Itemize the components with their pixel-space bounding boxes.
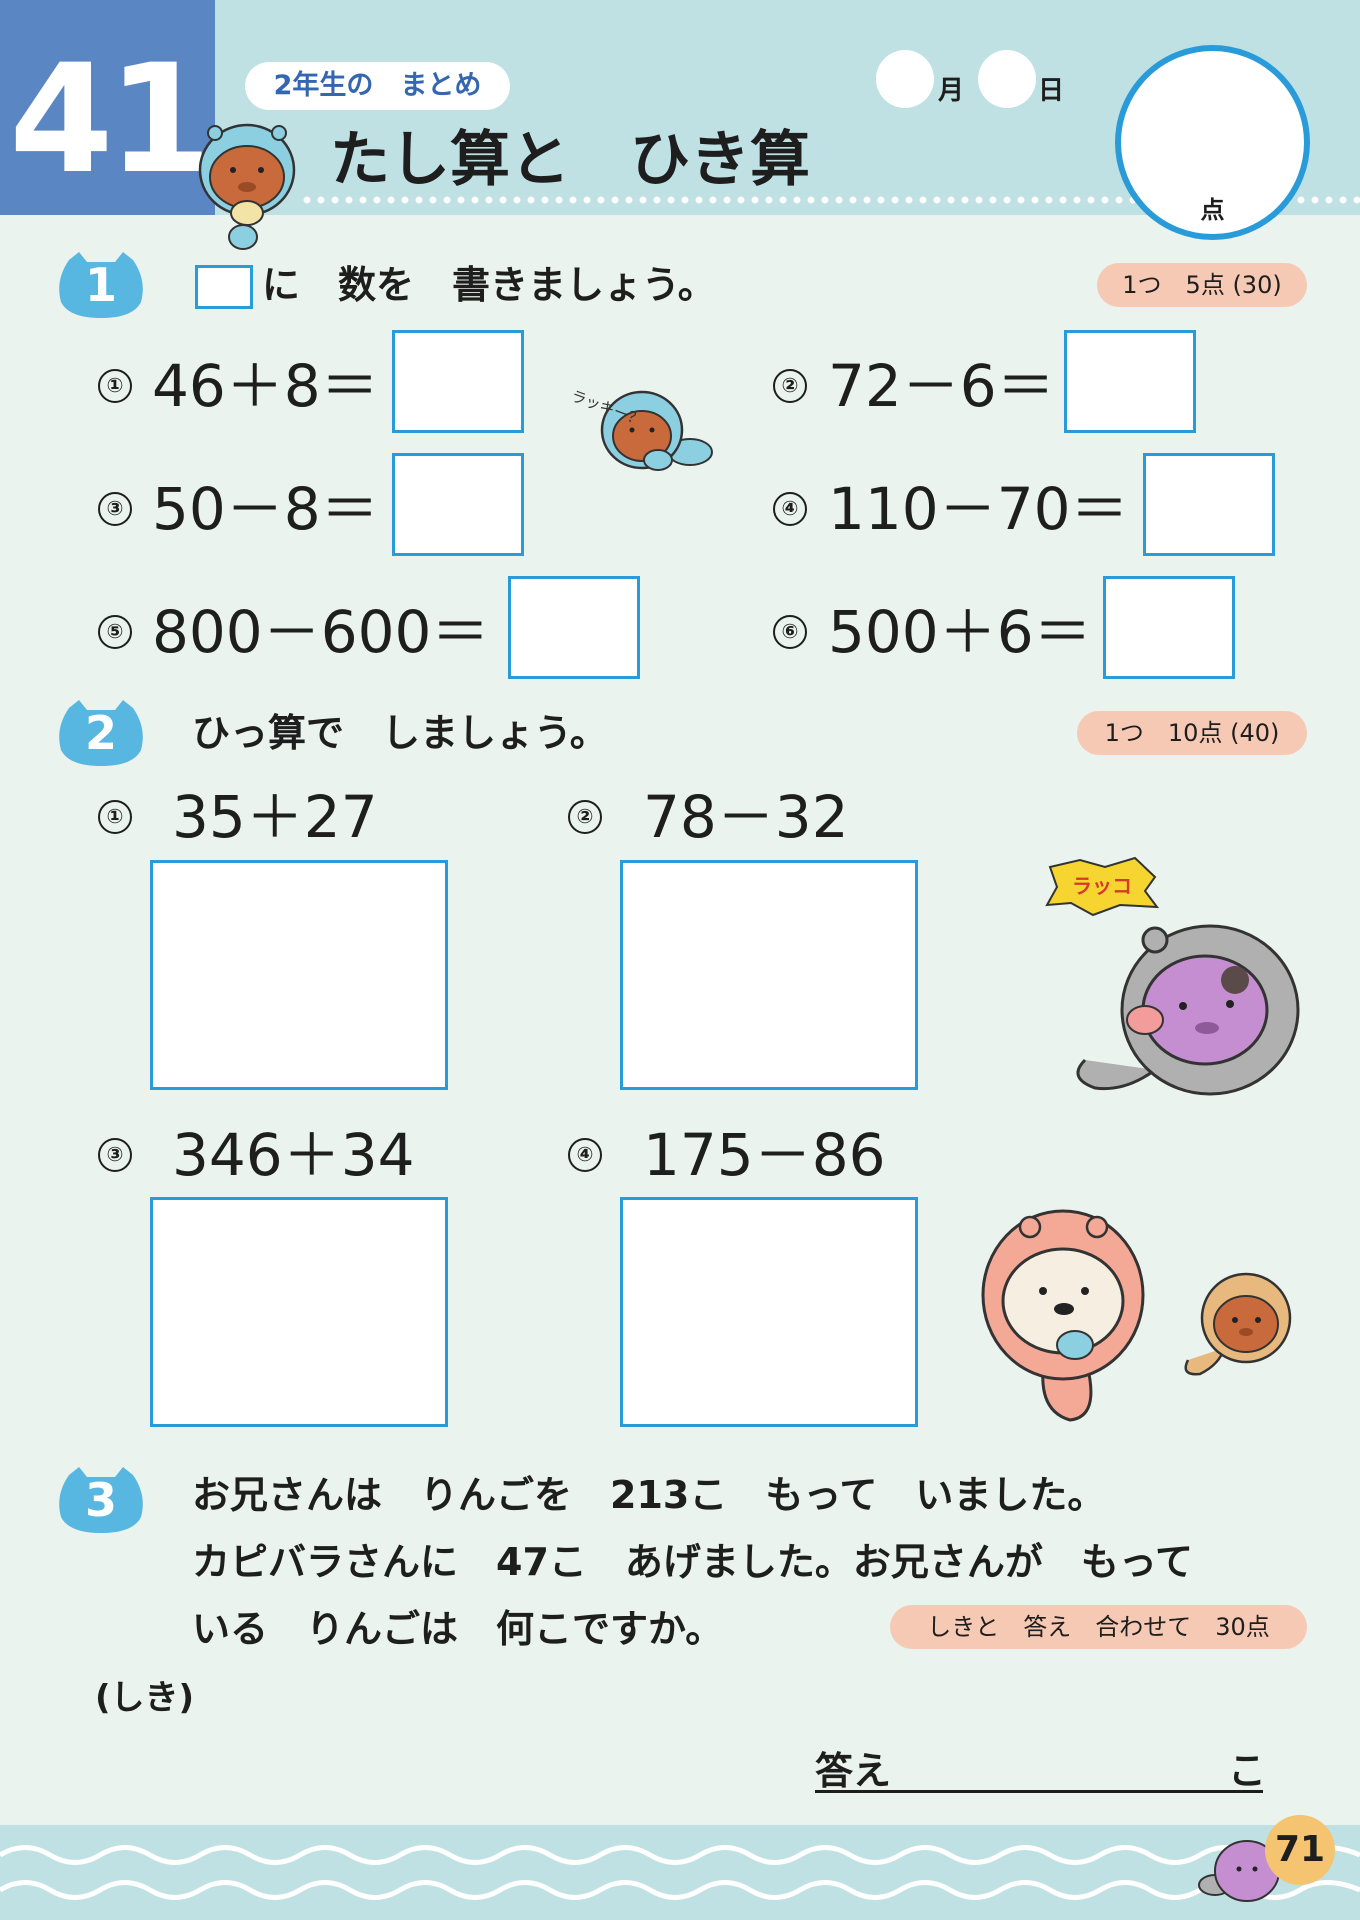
problem-1-instruction: に 数を 書きましょう。 [262,263,716,307]
equation-label: (しき) [95,1678,195,1718]
item-number: ③ [98,1138,132,1172]
day-input[interactable] [978,50,1036,108]
answer-box-2[interactable] [1064,330,1196,433]
month-label: 月 [938,76,965,106]
column-expression-1: 35＋27 [172,783,378,851]
item-number: ④ [568,1138,602,1172]
purple-capybara-seal-icon [1076,924,1300,1096]
expression-2: 72－6＝ [828,352,1055,420]
column-expression-2: 78－32 [643,783,849,851]
item-number: ① [98,800,132,834]
problem-3-number: 3 [84,1473,117,1527]
problem-2-points: 1つ 10点 (40) [1077,711,1307,755]
expression-1: 46＋8＝ [152,352,379,420]
work-box-4[interactable] [620,1197,918,1427]
problem-2-instruction: ひっ算で しましょう。 [192,711,608,755]
score-unit: 点 [1200,196,1225,224]
otter-mascot-icon [981,1209,1145,1422]
lucky-capybara-icon: ラッキー？ [569,387,713,471]
work-box-1[interactable] [150,860,448,1090]
answer-unit: こ [1228,1749,1267,1793]
item-number: ① [98,369,132,403]
answer-box-5[interactable] [508,576,640,679]
expression-4: 110－70＝ [828,475,1129,543]
column-expression-3: 346＋34 [172,1121,415,1189]
word-problem-line-2: カピバラさんに 47こ あげました。お兄さんが もって [192,1540,1193,1584]
expression-5: 800－600＝ [152,598,490,666]
word-problem-line-1: お兄さんは りんごを 213こ もって いました。 [192,1473,1106,1517]
unit-tag: 2年生の まとめ [245,62,510,110]
answer-box-1[interactable] [392,330,524,433]
word-problem-line-3: いる りんごは 何こですか。 [192,1607,724,1651]
answer-box-6[interactable] [1103,576,1235,679]
item-number: ② [773,369,807,403]
lesson-number: 41 [9,33,212,207]
small-capybara-icon [1184,1272,1292,1376]
column-expression-4: 175－86 [643,1121,886,1189]
capybara-mascot-icon [198,123,296,250]
day-label: 日 [1038,76,1065,106]
answer-input-line[interactable] [815,1790,1263,1793]
problem-2-number: 2 [84,706,117,760]
page-number: 71 [1265,1815,1335,1885]
item-number: ⑥ [773,615,807,649]
work-box-3[interactable] [150,1197,448,1427]
answer-box-3[interactable] [392,453,524,556]
item-number: ② [568,800,602,834]
instruction-box-icon [195,265,253,309]
footer-wave [0,1825,1360,1920]
work-box-2[interactable] [620,860,918,1090]
rakko-text: ラッコ [1072,874,1132,898]
problem-1-number: 1 [84,258,117,312]
answer-label: 答え [815,1749,892,1793]
item-number: ⑤ [98,615,132,649]
page-title: たし算と ひき算 [330,125,810,195]
item-number: ③ [98,492,132,526]
rakko-burst-icon: ラッコ [1045,856,1160,917]
expression-6: 500＋6＝ [828,598,1092,666]
problem-1-points: 1つ 5点 (30) [1097,263,1307,307]
month-input[interactable] [876,50,934,108]
item-number: ④ [773,492,807,526]
problem-3-points: しきと 答え 合わせて 30点 [890,1605,1307,1649]
expression-3: 50－8＝ [152,475,379,543]
answer-box-4[interactable] [1143,453,1275,556]
